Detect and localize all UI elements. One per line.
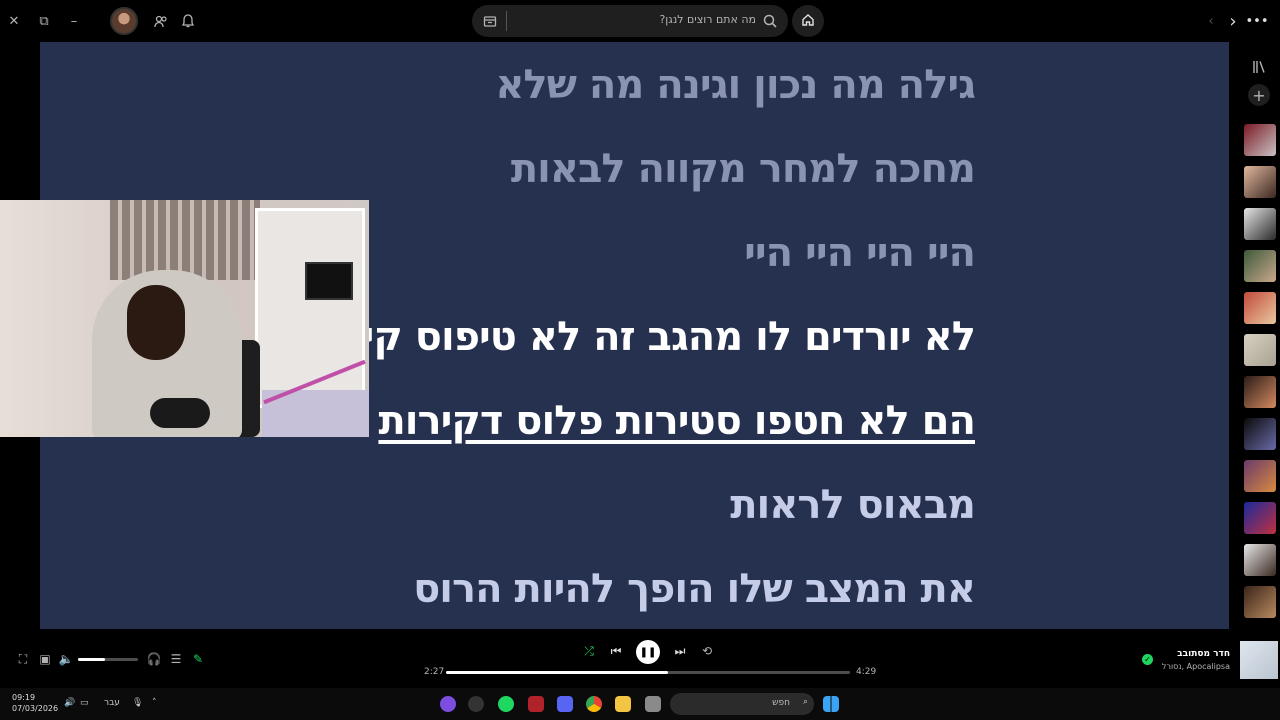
miniplayer-icon[interactable]: ▣ bbox=[37, 651, 53, 667]
add-icon[interactable]: + bbox=[1248, 84, 1270, 106]
volume-level bbox=[78, 658, 105, 661]
mic-icon[interactable]: 🎙 bbox=[132, 698, 143, 708]
repeat-icon[interactable]: ⟲ bbox=[699, 643, 715, 659]
webcam-microphone bbox=[150, 398, 210, 428]
next-icon[interactable]: ⏭ bbox=[672, 643, 688, 659]
restore-icon[interactable]: ⧉ bbox=[34, 11, 54, 31]
webcam-overlay bbox=[0, 200, 369, 437]
library-item[interactable] bbox=[1244, 250, 1276, 282]
discord-icon[interactable] bbox=[557, 696, 573, 712]
now-playing-artist[interactable]: Apocalipsa ,נסורל bbox=[1162, 662, 1230, 671]
lyric-line-active[interactable]: לא יורדים לו מהגב זה לא טיפוס קירות bbox=[300, 314, 976, 360]
lyric-line[interactable]: מבאוס לראות bbox=[730, 482, 976, 528]
more-icon[interactable]: ••• bbox=[1246, 11, 1269, 31]
library-item[interactable] bbox=[1244, 166, 1276, 198]
friends-icon[interactable] bbox=[151, 11, 171, 31]
minimize-icon[interactable]: – bbox=[64, 11, 84, 31]
bell-icon[interactable] bbox=[178, 11, 198, 31]
taskbar-search[interactable]: חפש ⌕ bbox=[670, 693, 814, 715]
home-icon bbox=[801, 12, 815, 31]
app-icon[interactable] bbox=[440, 696, 456, 712]
lyric-line-hovered[interactable]: הם לא חטפו סטירות פלוס דקירות bbox=[378, 398, 976, 444]
connect-device-icon[interactable]: 🎧 bbox=[146, 651, 162, 667]
spotify-icon[interactable] bbox=[498, 696, 514, 712]
lyric-line[interactable]: את המצב שלו הופך להיות הרוס bbox=[413, 566, 976, 612]
progress-bar[interactable] bbox=[446, 671, 850, 674]
lyrics-icon[interactable]: ✎ bbox=[190, 651, 206, 667]
fullscreen-icon[interactable]: ⛶ bbox=[15, 651, 31, 667]
lyric-line[interactable]: מחכה למחר מקווה לבאות bbox=[511, 146, 976, 192]
pause-button[interactable]: ❚❚ bbox=[636, 640, 660, 664]
file-explorer-icon[interactable] bbox=[615, 696, 631, 712]
progress-level bbox=[446, 671, 669, 674]
clock-date: 07/03/2026 bbox=[12, 704, 59, 713]
search-icon: ⌕ bbox=[802, 697, 808, 707]
library-item[interactable] bbox=[1244, 502, 1276, 534]
saved-check-icon[interactable]: ✓ bbox=[1142, 654, 1153, 665]
now-playing-cover[interactable] bbox=[1240, 641, 1278, 679]
library-item[interactable] bbox=[1244, 586, 1276, 618]
webcam-shelf bbox=[255, 208, 365, 408]
search-input[interactable]: מה אתם רוצים לנגן? bbox=[659, 13, 756, 26]
close-icon[interactable]: ✕ bbox=[4, 11, 24, 31]
library-icon[interactable] bbox=[1248, 56, 1270, 78]
volume-icon[interactable]: 🔈 bbox=[58, 651, 74, 667]
chrome-icon[interactable] bbox=[586, 696, 602, 712]
search-icon[interactable] bbox=[760, 11, 780, 31]
app-icon[interactable] bbox=[645, 696, 661, 712]
home-button[interactable] bbox=[792, 5, 824, 37]
now-playing-title[interactable]: חדר מסתובב bbox=[1177, 649, 1230, 659]
app-icon[interactable] bbox=[468, 696, 484, 712]
library-item[interactable] bbox=[1244, 208, 1276, 240]
network-icon[interactable]: ▭ bbox=[80, 698, 89, 708]
library-item[interactable] bbox=[1244, 418, 1276, 450]
browse-icon[interactable] bbox=[480, 11, 500, 31]
top-bar: ✕ ⧉ – מה אתם רוצים לנגן? ‹ › ••• bbox=[0, 0, 1280, 42]
webcam-shelves bbox=[110, 200, 260, 280]
library-item[interactable] bbox=[1244, 544, 1276, 576]
divider bbox=[506, 11, 507, 31]
forward-icon[interactable]: › bbox=[1223, 11, 1243, 32]
queue-icon[interactable]: ☰ bbox=[168, 651, 184, 667]
previous-icon[interactable]: ⏮ bbox=[608, 643, 624, 659]
app-icon[interactable] bbox=[528, 696, 544, 712]
shuffle-icon[interactable]: ⤮ bbox=[581, 643, 597, 659]
speaker-icon[interactable]: 🔊 bbox=[64, 698, 75, 708]
lyric-line[interactable]: היי היי היי היי bbox=[744, 230, 976, 276]
library-item[interactable] bbox=[1244, 292, 1276, 324]
tray-chevron-icon[interactable]: ˄ bbox=[152, 698, 157, 708]
back-icon[interactable]: ‹ bbox=[1201, 11, 1221, 31]
library-item[interactable] bbox=[1244, 124, 1276, 156]
language-indicator[interactable]: עבר bbox=[104, 698, 120, 708]
webcam-monitor bbox=[305, 262, 353, 300]
elapsed-time: 2:27 bbox=[424, 667, 445, 677]
library-item[interactable] bbox=[1244, 460, 1276, 492]
taskbar-clock[interactable]: 09:19 07/03/2026 bbox=[12, 692, 58, 714]
clock-time: 09:19 bbox=[12, 693, 36, 702]
search-bar[interactable]: מה אתם רוצים לנגן? bbox=[472, 5, 788, 37]
lyric-line[interactable]: גילה מה נכון וגינה מה שלא bbox=[495, 62, 976, 108]
os-taskbar: 09:19 07/03/2026 🔊 ▭ עבר 🎙 ˄ חפש ⌕ bbox=[0, 688, 1280, 720]
pause-icon: ❚❚ bbox=[639, 646, 657, 658]
library-item[interactable] bbox=[1244, 334, 1276, 366]
avatar[interactable] bbox=[110, 7, 138, 35]
library-item[interactable] bbox=[1244, 376, 1276, 408]
taskbar-search-label: חפש bbox=[772, 698, 790, 708]
duration-time: 4:29 bbox=[856, 667, 877, 677]
volume-slider[interactable] bbox=[78, 658, 138, 661]
windows-start-icon[interactable] bbox=[823, 696, 839, 712]
library-sidebar: + bbox=[1236, 42, 1280, 630]
